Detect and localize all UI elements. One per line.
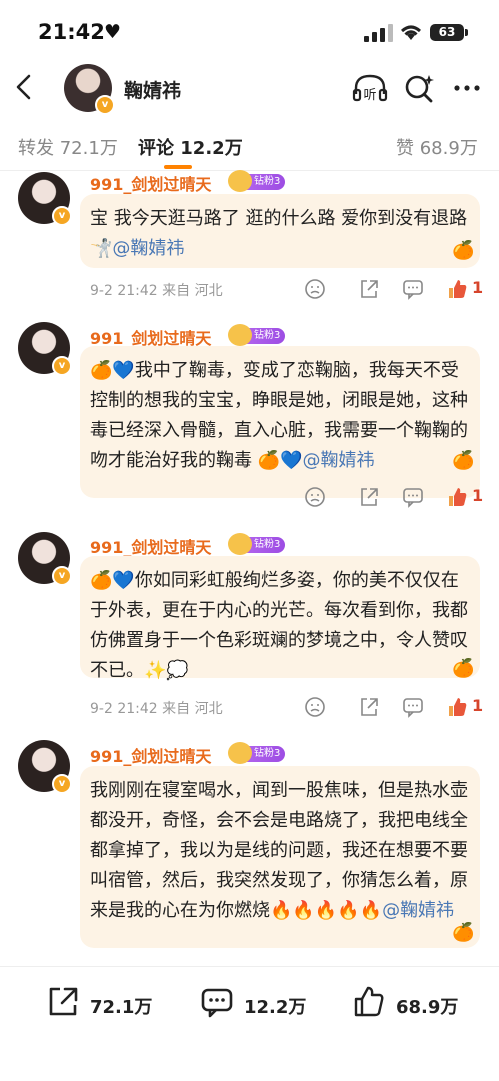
commenter-avatar[interactable]: v xyxy=(18,322,72,376)
heart-icon: ♥ xyxy=(104,21,122,43)
like-icon xyxy=(354,986,384,1017)
like-button[interactable]: 68.9万 xyxy=(352,985,472,1021)
commenter-avatar[interactable]: v xyxy=(18,172,72,226)
mention-link[interactable]: @鞠婧祎 xyxy=(382,900,454,921)
tab-likes-count: 68.9万 xyxy=(419,138,478,159)
verified-badge-icon: v xyxy=(52,566,72,586)
comment-location: 来自 河北 xyxy=(162,283,223,299)
fan-badge-label: 钻粉3 xyxy=(254,539,281,550)
verified-badge-icon: v xyxy=(95,95,115,115)
more-options-icon[interactable] xyxy=(450,72,486,104)
tab-comments-count: 12.2万 xyxy=(180,138,243,159)
status-time: 21:42 xyxy=(38,20,105,44)
like-count: 1 xyxy=(472,486,484,505)
comment-meta: 9-2 21:42 来自 河北 xyxy=(90,280,223,300)
comment-location: 来自 河北 xyxy=(162,701,223,717)
orange-decoration-icon: 🍊 xyxy=(452,658,475,679)
comment-time: 9-2 21:42 xyxy=(90,283,158,299)
tab-likes[interactable]: 赞 68.9万 xyxy=(396,134,478,160)
fan-badge-icon xyxy=(228,324,252,346)
share-icon[interactable] xyxy=(358,278,380,300)
comment-bubble: 🍊💙我中了鞠毒，变成了恋鞠脑，我每天不受控制的想我的宝宝，睁眼是她，闭眼是她，这… xyxy=(80,346,480,498)
comment-actions: 1 xyxy=(300,486,490,510)
comment-actions: 1 xyxy=(300,278,490,302)
author-avatar[interactable]: v xyxy=(64,64,115,115)
tab-repost[interactable]: 转发 72.1万 xyxy=(18,134,118,160)
fan-level-badge: 钻粉3 xyxy=(228,170,286,192)
orange-decoration-icon: 🍊 xyxy=(452,450,475,471)
like-thumb-icon[interactable] xyxy=(446,696,468,718)
comment-actions: 1 xyxy=(300,696,490,720)
fan-badge-icon xyxy=(228,742,252,764)
commenter-avatar[interactable]: v xyxy=(18,532,72,586)
share-icon[interactable] xyxy=(358,696,380,718)
headphones-listen-icon[interactable]: 听 xyxy=(352,72,388,104)
tab-comments-label: 评论 xyxy=(138,138,174,159)
dislike-face-icon[interactable] xyxy=(304,278,326,300)
fan-badge-icon xyxy=(228,533,252,555)
repost-count: 72.1万 xyxy=(90,997,153,1018)
comment-icon xyxy=(201,988,233,1018)
tab-comments[interactable]: 评论 12.2万 xyxy=(138,134,243,160)
dislike-face-icon[interactable] xyxy=(304,696,326,718)
orange-decoration-icon: 🍊 xyxy=(452,922,475,943)
active-tab-indicator xyxy=(164,165,192,169)
like-thumb-icon[interactable] xyxy=(446,486,468,508)
like-count: 1 xyxy=(472,696,484,715)
like-count-total: 68.9万 xyxy=(396,997,459,1018)
like-count: 1 xyxy=(472,278,484,297)
reply-icon[interactable] xyxy=(402,278,424,300)
fan-badge-label: 钻粉3 xyxy=(254,330,281,341)
repost-button[interactable]: 72.1万 xyxy=(46,985,156,1021)
comment-count: 12.2万 xyxy=(244,997,307,1018)
fan-level-badge: 钻粉3 xyxy=(228,742,286,764)
commenter-name[interactable]: 991_剑划过晴天 xyxy=(90,171,211,195)
reply-icon[interactable] xyxy=(402,696,424,718)
mention-link[interactable]: @鞠婧祎 xyxy=(112,238,184,259)
commenter-name[interactable]: 991_剑划过晴天 xyxy=(90,534,211,558)
comment-button[interactable]: 12.2万 xyxy=(200,985,310,1021)
fan-level-badge: 钻粉3 xyxy=(228,533,286,555)
fan-badge-label: 钻粉3 xyxy=(254,748,281,759)
tab-likes-label: 赞 xyxy=(396,138,414,159)
share-icon[interactable] xyxy=(358,486,380,508)
comment-meta: 9-2 21:42 来自 河北 xyxy=(90,698,223,718)
wifi-icon xyxy=(401,25,421,40)
status-bar: 21:42 ♥ 63 xyxy=(0,0,499,66)
commenter-avatar[interactable]: v xyxy=(18,740,72,794)
verified-badge-icon: v xyxy=(52,774,72,794)
page-header: v 鞠婧祎 听 xyxy=(0,62,499,116)
comment-bubble: 我刚刚在寝室喝水，闻到一股焦味，但是热水壶都没开，奇怪，会不会是电路烧了，我把电… xyxy=(80,766,480,948)
battery-indicator: 63 xyxy=(430,24,468,41)
fan-badge-icon xyxy=(228,170,252,192)
fan-level-badge: 钻粉3 xyxy=(228,324,286,346)
back-arrow-icon[interactable] xyxy=(12,72,36,102)
fan-badge-label: 钻粉3 xyxy=(254,176,281,187)
dislike-face-icon[interactable] xyxy=(304,486,326,508)
comment-time: 9-2 21:42 xyxy=(90,701,158,717)
commenter-name[interactable]: 991_剑划过晴天 xyxy=(90,743,211,767)
reply-icon[interactable] xyxy=(402,486,424,508)
comment-text: 🍊💙我中了鞠毒，变成了恋鞠脑，我每天不受控制的想我的宝宝，睁眼是她，闭眼是她，这… xyxy=(90,360,468,471)
verified-badge-icon: v xyxy=(52,206,72,226)
verified-badge-icon: v xyxy=(52,356,72,376)
signal-icon xyxy=(364,24,393,42)
bottom-action-bar: 72.1万 12.2万 68.9万 xyxy=(0,966,499,1081)
comment-text: 🍊💙你如同彩虹般绚烂多姿，你的美不仅仅在于外表，更在于内心的光芒。每次看到你，我… xyxy=(90,570,468,681)
comment-bubble: 宝 我今天逛马路了 逛的什么路 爱你到没有退路🤺@鞠婧祎 xyxy=(80,194,480,268)
listen-label: 听 xyxy=(363,88,376,103)
comment-bubble: 🍊💙你如同彩虹般绚烂多姿，你的美不仅仅在于外表，更在于内心的光芒。每次看到你，我… xyxy=(80,556,480,681)
search-sparkle-icon[interactable] xyxy=(402,72,438,104)
tab-bar: 转发 72.1万 评论 12.2万 赞 68.9万 xyxy=(0,124,499,171)
tab-repost-label: 转发 xyxy=(18,138,54,159)
orange-decoration-icon: 🍊 xyxy=(452,240,475,261)
mention-link[interactable]: @鞠婧祎 xyxy=(303,450,375,471)
like-thumb-icon[interactable] xyxy=(446,278,468,300)
author-name[interactable]: 鞠婧祎 xyxy=(124,76,181,103)
repost-icon xyxy=(49,987,78,1016)
tab-repost-count: 72.1万 xyxy=(59,138,118,159)
